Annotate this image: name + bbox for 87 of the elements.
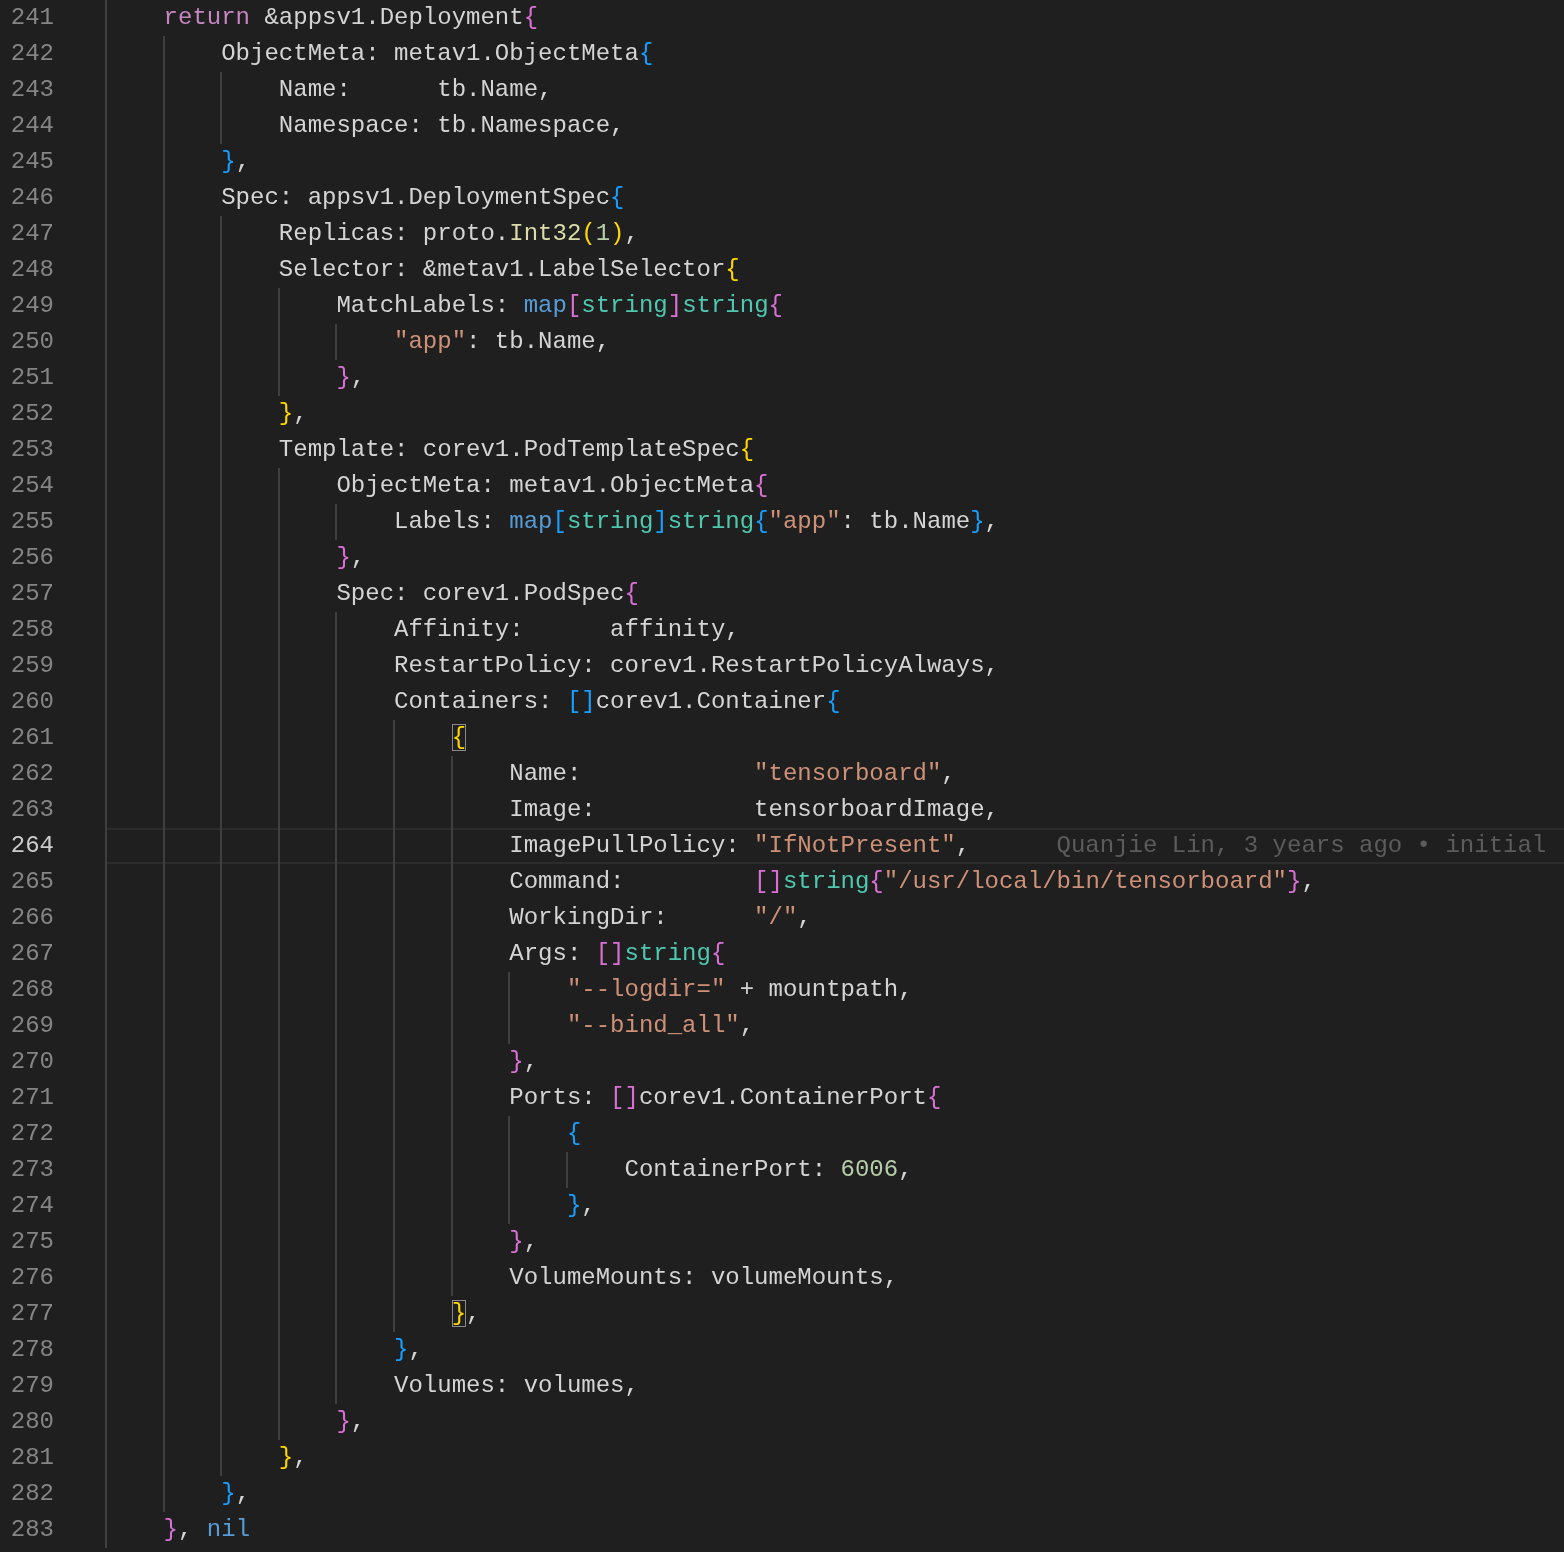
code-line: ObjectMeta: metav1.ObjectMeta{ <box>220 39 654 69</box>
line-number: 247 <box>9 219 55 249</box>
code-line: }, nil <box>162 1515 251 1545</box>
blame-annotation: Quanjie Lin, 3 years ago • initial <box>1056 831 1547 861</box>
code-line: { <box>565 1119 582 1149</box>
line-number: 266 <box>9 903 55 933</box>
line-number: 269 <box>9 1011 55 1041</box>
code-line: return &appsv1.Deployment{ <box>162 3 539 33</box>
code-line: }, <box>335 1407 366 1437</box>
code-line: Volumes: volumes, <box>393 1371 639 1401</box>
line-number: 242 <box>9 39 55 69</box>
line-number: 252 <box>9 399 55 429</box>
code-line: RestartPolicy: corev1.RestartPolicyAlways, <box>393 651 999 681</box>
code-line: Spec: corev1.PodSpec{ <box>335 579 639 609</box>
line-number: 274 <box>9 1191 55 1221</box>
code-line: Affinity: affinity, <box>393 615 740 645</box>
line-number: 283 <box>9 1515 55 1545</box>
line-number: 254 <box>9 471 55 501</box>
code-line: Name: "tensorboard", <box>508 759 956 789</box>
code-line: "--bind_all", <box>565 1011 755 1041</box>
code-line: Ports: []corev1.ContainerPort{ <box>508 1083 942 1113</box>
code-line: Spec: appsv1.DeploymentSpec{ <box>220 183 625 213</box>
code-line: }, <box>565 1191 596 1221</box>
line-number: 265 <box>9 867 55 897</box>
line-number: 277 <box>9 1299 55 1329</box>
line-number: 281 <box>9 1443 55 1473</box>
code-line: Image: tensorboardImage, <box>508 795 999 825</box>
code-line: VolumeMounts: volumeMounts, <box>508 1263 899 1293</box>
line-number: 278 <box>9 1335 55 1365</box>
code-line: }, <box>335 363 366 393</box>
code-line: Name: tb.Name, <box>277 75 553 105</box>
line-number: 245 <box>9 147 55 177</box>
line-number: 246 <box>9 183 55 213</box>
code-line: }, <box>277 399 308 429</box>
code-line: }, <box>393 1335 423 1365</box>
line-number: 243 <box>9 75 55 105</box>
code-line: }, <box>508 1047 539 1077</box>
code-line: MatchLabels: map[string]string{ <box>335 291 783 321</box>
code-line: Selector: &metav1.LabelSelector{ <box>277 255 740 285</box>
code-line: ObjectMeta: metav1.ObjectMeta{ <box>335 471 769 501</box>
line-number: 260 <box>9 687 55 717</box>
code-line: }, <box>450 1299 481 1329</box>
line-number: 253 <box>9 435 55 465</box>
line-number: 276 <box>9 1263 55 1293</box>
line-number: 264 <box>9 831 55 861</box>
line-number: 267 <box>9 939 55 969</box>
code-line: "app": tb.Name, <box>393 327 611 357</box>
code-line: }, <box>335 543 366 573</box>
code-line: }, <box>508 1227 539 1257</box>
code-line: ContainerPort: 6006, <box>623 1155 913 1185</box>
line-number: 268 <box>9 975 55 1005</box>
code-line: WorkingDir: "/", <box>508 903 812 933</box>
line-number: 250 <box>9 327 55 357</box>
code-line: Args: []string{ <box>508 939 726 969</box>
code-line: "--logdir=" + mountpath, <box>565 975 913 1005</box>
line-number: 241 <box>9 3 55 33</box>
line-number: 259 <box>9 651 55 681</box>
code-line: }, <box>220 147 251 177</box>
code-line: }, <box>277 1443 308 1473</box>
code-line: Replicas: proto.Int32(1), <box>277 219 639 249</box>
line-number: 248 <box>9 255 55 285</box>
line-number: 251 <box>9 363 55 393</box>
line-number: 279 <box>9 1371 55 1401</box>
line-number: 258 <box>9 615 55 645</box>
line-number: 255 <box>9 507 55 537</box>
line-number: 249 <box>9 291 55 321</box>
line-number: 282 <box>9 1479 55 1509</box>
code-line: ImagePullPolicy: "IfNotPresent", <box>508 831 971 861</box>
line-number: 261 <box>9 723 55 753</box>
line-number: 272 <box>9 1119 55 1149</box>
code-line: Namespace: tb.Namespace, <box>277 111 625 141</box>
code-line: Containers: []corev1.Container{ <box>393 687 841 717</box>
line-number: 256 <box>9 543 55 573</box>
code-line: Labels: map[string]string{"app": tb.Name}, <box>393 507 999 537</box>
line-number: 270 <box>9 1047 55 1077</box>
line-number: 280 <box>9 1407 55 1437</box>
line-number: 263 <box>9 795 55 825</box>
line-number: 275 <box>9 1227 55 1257</box>
line-number: 262 <box>9 759 55 789</box>
line-number: 257 <box>9 579 55 609</box>
code-line: Command: []string{"/usr/local/bin/tensorboard"}, <box>508 867 1316 897</box>
code-line: }, <box>220 1479 251 1509</box>
line-number: 273 <box>9 1155 55 1185</box>
code-line: { <box>450 723 467 753</box>
code-line: Template: corev1.PodTemplateSpec{ <box>277 435 755 465</box>
line-number: 271 <box>9 1083 55 1113</box>
line-number: 244 <box>9 111 55 141</box>
